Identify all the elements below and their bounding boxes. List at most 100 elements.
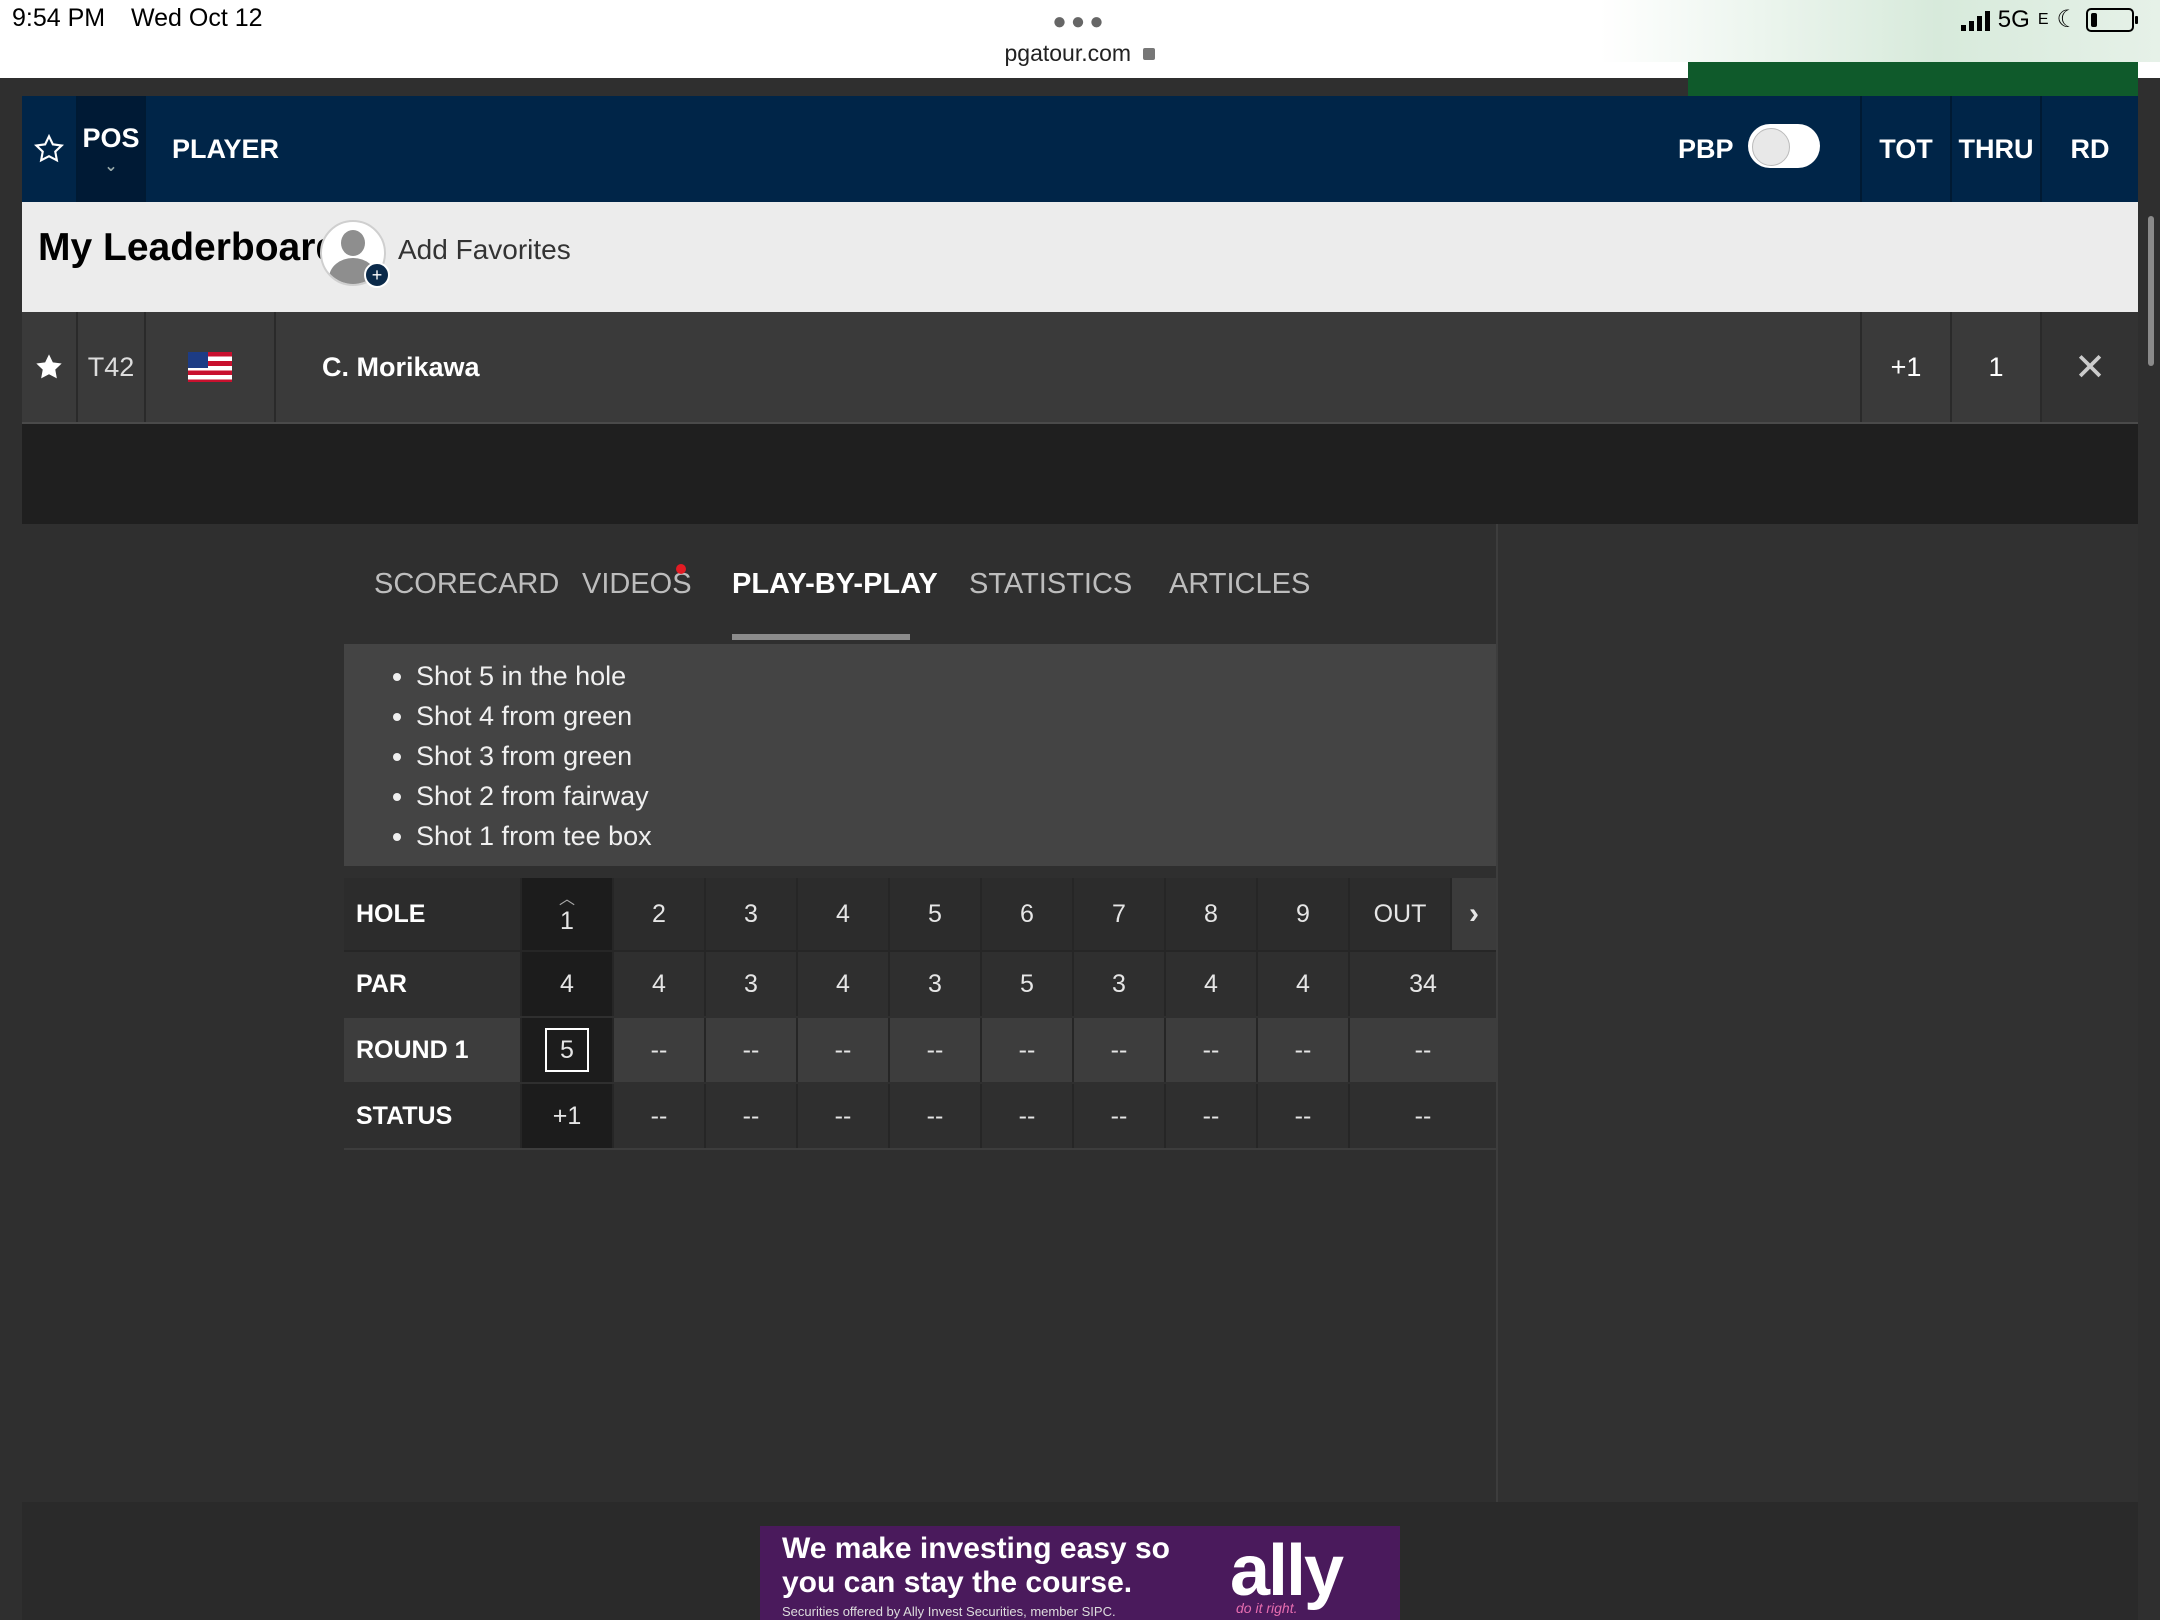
par-cell: 4 [1164,952,1256,1016]
status-cell: +1 [520,1084,612,1148]
round-cell: -- [1164,1018,1256,1082]
scrollbar[interactable] [2148,216,2154,366]
tab-videos[interactable]: VIDEOS [582,568,692,601]
side-panel [1498,524,2138,1502]
round-cell: -- [796,1018,888,1082]
round-cell: -- [612,1018,704,1082]
more-dots-icon[interactable]: ●●● [0,8,2160,36]
round-cell: -- [980,1018,1072,1082]
hole-cell[interactable]: 9 [1256,878,1348,950]
hole-label: HOLE [356,899,426,928]
my-leaderboard-title: My Leaderboard [38,226,340,269]
par-out-cell: 34 [1348,952,1496,1016]
tab-statistics[interactable]: STATISTICS [969,568,1132,601]
close-icon[interactable]: ✕ [2042,312,2138,422]
par-cell: 5 [980,952,1072,1016]
status-cell: -- [888,1084,980,1148]
usa-flag-icon [146,312,274,422]
favorite-star-icon[interactable] [22,96,76,202]
network-label: 5G [1997,5,2030,33]
moon-icon: ☾ [2056,6,2078,33]
hole-cell[interactable]: 2 [612,878,704,950]
leaderboard-header: POS ⌄ PLAYER PBP TOT THRU RD [22,96,2138,202]
favorite-filled-star-icon[interactable] [22,312,76,422]
round-label: ROUND 1 [356,1035,469,1064]
ally-ad-banner[interactable]: We make investing easy so you can stay t… [760,1526,1400,1620]
status-cell: -- [704,1084,796,1148]
chevron-down-icon: ⌄ [104,157,118,175]
player-thru: 1 [1988,351,2004,382]
toggle-knob-icon [1752,128,1790,166]
hole-cell[interactable]: 7 [1072,878,1164,950]
sponsor-band [1688,62,2138,96]
player-column-header[interactable]: PLAYER [172,96,279,202]
network-suffix: E [2037,10,2049,28]
par-cell: 4 [796,952,888,1016]
player-total: +1 [1890,351,1922,382]
par-cell: 3 [1072,952,1164,1016]
hole-cell[interactable]: 5 [888,878,980,950]
next-holes-arrow-icon[interactable]: › [1450,878,1496,950]
round-cell: -- [888,1018,980,1082]
par-row: PAR 4 4 3 4 3 5 3 4 4 34 [344,952,1496,1016]
hole-cell[interactable]: 8 [1164,878,1256,950]
signal-icon [1960,9,1990,31]
hole-cell[interactable]: 6 [980,878,1072,950]
shot-item: Shot 1 from tee box [416,816,1496,856]
status-cell: -- [1072,1084,1164,1148]
round-out-cell: -- [1348,1018,1496,1082]
my-leaderboard-bar: My Leaderboard + Add Favorites [22,202,2138,312]
play-by-play-list: Shot 5 in the hole Shot 4 from green Sho… [344,644,1496,866]
round-cell: 5 [520,1018,612,1082]
player-position: T42 [87,351,135,382]
hole-cell[interactable]: ︿ 1 [520,878,612,950]
bogey-box: 5 [545,1028,589,1072]
plus-icon[interactable]: + [364,262,390,288]
status-label: STATUS [356,1101,453,1130]
notification-dot-icon [676,564,686,574]
par-cell: 3 [888,952,980,1016]
hole-cell[interactable]: 3 [704,878,796,950]
player-row[interactable]: T42 C. Morikawa +1 1 ✕ [22,312,2138,424]
hole-cell[interactable]: 4 [796,878,888,950]
dark-divider [22,424,2138,524]
status-cell: -- [1256,1084,1348,1148]
shot-item: Shot 4 from green [416,696,1496,736]
url-text: pgatour.com [1004,40,1132,66]
status-indicators: 5G E ☾ [1960,5,2138,34]
shot-item: Shot 2 from fairway [416,776,1496,816]
tot-column-header[interactable]: TOT [1862,96,1950,202]
pbp-label: PBP [1678,133,1734,164]
round-row: ROUND 1 5 -- -- -- -- -- -- -- -- -- [344,1018,1496,1082]
ad-disclaimer: Securities offered by Ally Invest Securi… [782,1604,1116,1619]
ad-headline-2: you can stay the course. [782,1566,1133,1599]
status-row: STATUS +1 -- -- -- -- -- -- -- -- -- [344,1084,1496,1150]
add-favorites-link[interactable]: Add Favorites [398,234,571,266]
round-cell: -- [1256,1018,1348,1082]
out-cell: OUT [1348,878,1450,950]
chevron-up-icon: ︿ [558,890,575,908]
status-cell: -- [1164,1084,1256,1148]
hole-row: HOLE ︿ 1 2 3 4 5 6 7 8 9 OUT › [344,878,1496,952]
tab-articles[interactable]: ARTICLES [1169,568,1310,601]
rd-column-header[interactable]: RD [2042,96,2138,202]
status-cell: -- [796,1084,888,1148]
par-cell: 3 [704,952,796,1016]
par-label: PAR [356,969,407,998]
active-tab-underline [732,634,910,640]
round-cell: -- [704,1018,796,1082]
status-out-cell: -- [1348,1084,1496,1148]
tab-scorecard[interactable]: SCORECARD [374,568,559,601]
par-cell: 4 [520,952,612,1016]
status-cell: -- [612,1084,704,1148]
par-cell: 4 [1256,952,1348,1016]
ad-tagline: do it right. [1236,1600,1298,1616]
pbp-toggle[interactable] [1748,124,1820,168]
tab-play-by-play[interactable]: PLAY-BY-PLAY [732,568,938,601]
pos-column-header[interactable]: POS ⌄ [78,96,144,202]
shot-item: Shot 3 from green [416,736,1496,776]
thru-column-header[interactable]: THRU [1952,96,2040,202]
player-name[interactable]: C. Morikawa [322,312,480,422]
status-cell: -- [980,1084,1072,1148]
ad-headline-1: We make investing easy so [782,1532,1170,1565]
